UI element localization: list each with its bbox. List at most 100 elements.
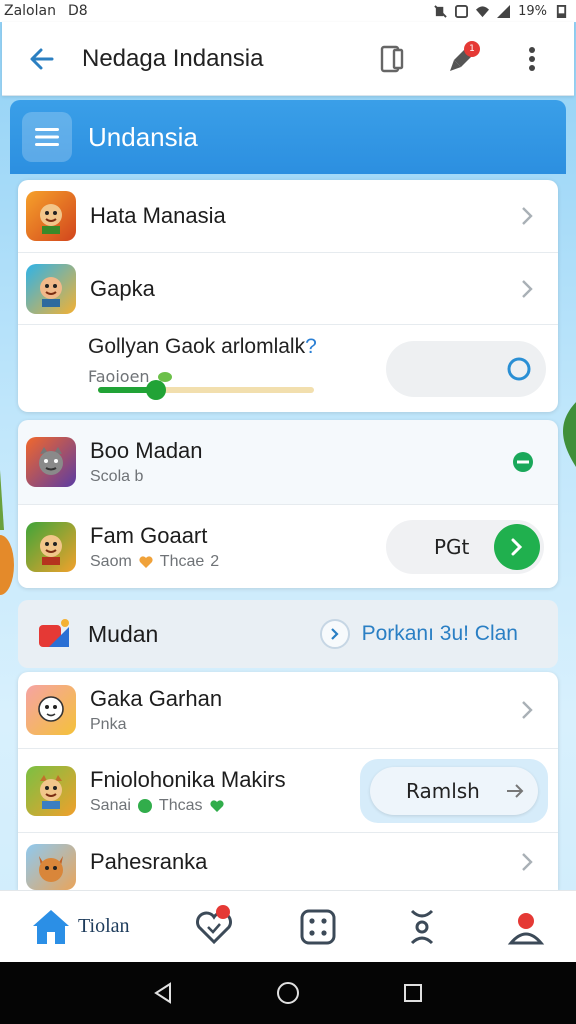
- decorative-plant-icon: [0, 470, 14, 595]
- system-home-button[interactable]: [268, 973, 308, 1013]
- system-recents-button[interactable]: [393, 973, 433, 1013]
- tablet-button[interactable]: [372, 39, 412, 79]
- network-type: D8: [67, 3, 88, 19]
- pgt-button-label: PGt: [434, 534, 470, 559]
- battery-level: 19%: [518, 3, 547, 19]
- nav-messages-badge: [215, 904, 230, 919]
- mute-icon: [434, 4, 447, 18]
- signal-icon: [497, 4, 511, 18]
- chevron-right-icon[interactable]: [512, 847, 542, 877]
- nav-community[interactable]: [402, 899, 442, 955]
- chevron-right-icon[interactable]: [512, 695, 542, 725]
- character-avatar-icon: [26, 521, 76, 572]
- mudan-link[interactable]: Porkanı 3u! Clan: [319, 619, 518, 649]
- arrow-right-icon: [507, 783, 524, 798]
- circle-icon: [507, 357, 531, 381]
- nav-home-label: Tiolan: [78, 915, 130, 937]
- item-title: Fniolohonika Makirs: [90, 766, 286, 792]
- card-group-a: Hata Manasia Gapka Gollyan Gaok arlomlal…: [18, 180, 558, 412]
- item-title: Fam Goaart: [90, 522, 208, 548]
- minus-circle-icon[interactable]: [508, 447, 538, 477]
- character-avatar-icon: [26, 765, 76, 816]
- carrier-name: Zalolan: [4, 3, 56, 19]
- item-subtitle: Thcas: [158, 796, 203, 814]
- item-subtitle: Pnka: [90, 716, 127, 733]
- ghost-avatar-icon: [26, 685, 76, 735]
- app-logo-icon: [39, 619, 69, 647]
- heart-icon: [209, 799, 224, 812]
- square-recents-icon: [404, 984, 423, 1002]
- list-item[interactable]: Hata Manasia: [18, 180, 558, 252]
- item-title: Hata Manasia: [90, 203, 226, 228]
- bottom-navigation: Tiolan: [0, 890, 576, 962]
- list-item[interactable]: Gaka Garhan Pnka: [18, 672, 558, 748]
- character-avatar-icon: [26, 191, 76, 241]
- progress-slider[interactable]: [98, 380, 314, 400]
- green-dot-icon: [137, 798, 152, 813]
- item-subtitle: Scola b: [90, 468, 144, 485]
- item-subtitle: 2: [210, 552, 220, 570]
- progress-question: Gollyan Gaok arlomlalk?: [88, 335, 317, 358]
- chevron-right-icon: [319, 619, 350, 649]
- more-vert-icon: [529, 46, 535, 71]
- item-title: Gaka Garhan: [90, 686, 223, 711]
- progress-row: Gollyan Gaok arlomlalk? Faoioen: [18, 324, 558, 412]
- heart-icon: [139, 555, 153, 568]
- notifications-button[interactable]: 1: [442, 39, 482, 79]
- dice-icon: [300, 909, 336, 944]
- nav-messages[interactable]: [194, 899, 234, 955]
- home-icon: [33, 909, 69, 944]
- item-subtitle: Sanai: [90, 796, 131, 814]
- ramlsh-button-label: Ramlsh: [406, 778, 480, 803]
- item-subtitle: Thcae: [159, 552, 205, 570]
- character-avatar-icon: [26, 263, 76, 314]
- cat-avatar-icon: [26, 437, 76, 487]
- status-bar: Zalolan D8 19%: [0, 0, 576, 22]
- battery-icon: [556, 4, 567, 18]
- more-options-button[interactable]: [512, 39, 552, 79]
- section-title: Undansia: [88, 121, 198, 152]
- list-item[interactable]: Pahesranka: [18, 832, 558, 890]
- item-title: Boo Madan: [90, 438, 203, 463]
- nav-games[interactable]: [298, 899, 338, 955]
- system-navigation: [0, 962, 576, 1024]
- section-header: Undansia: [10, 100, 566, 174]
- menu-button[interactable]: [22, 112, 72, 162]
- progress-label: Faoioen: [88, 367, 150, 386]
- decorative-leaf-icon: [563, 402, 576, 467]
- item-title: Gapka: [90, 275, 155, 301]
- item-title: Pahesranka: [90, 848, 208, 874]
- people-icon: [410, 909, 433, 944]
- notification-badge: 1: [464, 40, 480, 57]
- wifi-icon: [476, 5, 490, 17]
- sync-toggle[interactable]: [386, 341, 546, 397]
- nav-home[interactable]: Tiolan: [30, 899, 130, 955]
- pgt-button[interactable]: PGt: [386, 519, 544, 574]
- circle-home-icon: [276, 982, 299, 1004]
- card-group-c: Gaka Garhan Pnka Fniolohonika Makirs San…: [18, 672, 558, 890]
- list-item[interactable]: Fniolohonika Makirs Sanai Thcas Ramlsh: [18, 748, 558, 832]
- profile-icon: [507, 912, 545, 944]
- back-arrow-icon: [30, 48, 54, 69]
- list-item[interactable]: Gapka: [18, 252, 558, 324]
- progress-knob[interactable]: [146, 380, 167, 400]
- tablet-icon: [380, 45, 404, 72]
- nav-profile[interactable]: [506, 899, 546, 955]
- mudan-link-label: Porkanı 3u! Clan: [361, 622, 518, 645]
- app-bar: Nedaga Indansia 1: [2, 22, 574, 96]
- item-subtitle: Saom: [90, 552, 132, 570]
- back-button[interactable]: [22, 39, 62, 79]
- mudan-banner[interactable]: Mudan Porkanı 3u! Clan: [18, 600, 558, 668]
- menu-icon: [35, 128, 59, 146]
- fox-avatar-icon: [26, 844, 76, 890]
- triangle-back-icon: [153, 982, 171, 1004]
- chevron-right-icon[interactable]: [512, 201, 542, 231]
- list-item[interactable]: Boo Madan Scola b: [18, 420, 558, 504]
- chevron-right-icon[interactable]: [512, 274, 542, 304]
- nfc-icon: [455, 4, 469, 18]
- mudan-title: Mudan: [88, 620, 159, 647]
- ramlsh-button[interactable]: Ramlsh: [360, 758, 548, 823]
- list-item[interactable]: Fam Goaart Saom Thcae 2 PGt: [18, 504, 558, 588]
- system-back-button[interactable]: [143, 973, 183, 1013]
- card-group-b: Boo Madan Scola b Fam Goaart Saom Thcae …: [18, 420, 558, 588]
